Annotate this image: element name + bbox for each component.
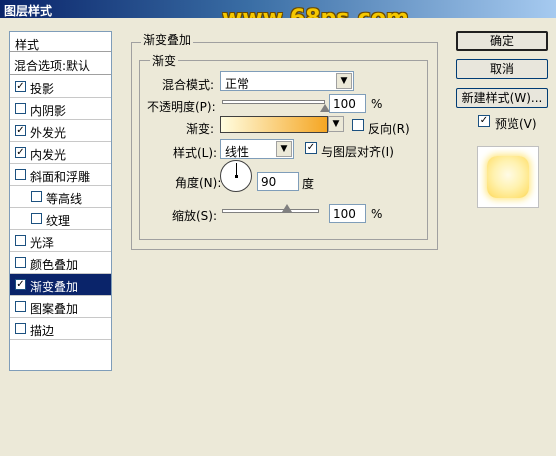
scale-value: 100 xyxy=(333,207,356,221)
blend-mode-value: 正常 xyxy=(225,77,250,91)
style-item-label: 斜面和浮雕 xyxy=(30,170,91,184)
style-value: 线性 xyxy=(225,145,250,159)
style-item-checkbox[interactable]: ✓ xyxy=(15,279,26,290)
blend-mode-label: 混合模式: xyxy=(162,78,215,92)
blend-options-label: 混合选项:默认 xyxy=(14,59,91,73)
chevron-down-icon[interactable]: ▼ xyxy=(276,141,292,157)
new-style-button[interactable]: 新建样式(W)... xyxy=(456,88,548,108)
style-select[interactable]: 线性 ▼ xyxy=(220,139,294,159)
styles-header-label: 样式 xyxy=(15,38,40,52)
gradient-swatch[interactable] xyxy=(220,116,328,133)
align-with-layer-label: 与图层对齐(I) xyxy=(321,145,394,159)
styles-header[interactable]: 样式 xyxy=(10,32,111,52)
scale-label: 缩放(S): xyxy=(172,209,218,223)
style-item[interactable]: ✓ 外发光 xyxy=(10,120,111,142)
style-item-label: 光泽 xyxy=(30,236,55,250)
style-item-label: 等高线 xyxy=(46,192,83,206)
style-item-checkbox[interactable]: ✓ xyxy=(15,125,26,136)
scale-slider[interactable] xyxy=(222,209,319,213)
style-item-label: 图案叠加 xyxy=(30,302,79,316)
style-item[interactable]: ✓ 渐变叠加 xyxy=(10,274,111,296)
opacity-label: 不透明度(P): xyxy=(147,100,216,114)
style-item[interactable]: 斜面和浮雕 xyxy=(10,164,111,186)
style-item[interactable]: 颜色叠加 xyxy=(10,252,111,274)
preview-label: 预览(V) xyxy=(495,117,537,131)
style-item[interactable]: 光泽 xyxy=(10,230,111,252)
style-item-checkbox[interactable] xyxy=(15,323,26,334)
style-item-label: 纹理 xyxy=(46,214,71,228)
style-item-checkbox[interactable]: ✓ xyxy=(15,147,26,158)
style-item-label: 渐变叠加 xyxy=(30,280,79,294)
reverse-checkbox[interactable] xyxy=(352,119,364,131)
style-item-checkbox[interactable] xyxy=(15,257,26,268)
style-item-checkbox[interactable] xyxy=(31,213,42,224)
opacity-value: 100 xyxy=(333,97,356,111)
angle-input[interactable]: 90 xyxy=(257,172,299,191)
style-item[interactable]: 纹理 xyxy=(10,208,111,230)
gradient-label: 渐变: xyxy=(186,122,215,136)
style-item-checkbox[interactable] xyxy=(15,169,26,180)
style-item-label: 颜色叠加 xyxy=(30,258,79,272)
style-item-checkbox[interactable] xyxy=(15,235,26,246)
angle-center-dot xyxy=(235,175,238,178)
gradient-overlay-title: 渐变叠加 xyxy=(141,31,194,48)
style-preview xyxy=(477,146,539,208)
style-item-label: 描边 xyxy=(30,324,55,338)
style-item-checkbox[interactable]: ✓ xyxy=(15,81,26,92)
scale-input[interactable]: 100 xyxy=(329,204,366,223)
styles-list: 样式 混合选项:默认 ✓ 投影内阴影 ✓ 外发光 ✓ 内发光斜面和浮雕等高线纹理光泽颜色叠… xyxy=(9,31,112,371)
opacity-unit: % xyxy=(371,97,383,111)
blend-mode-select[interactable]: 正常 ▼ xyxy=(220,71,354,91)
style-item-label: 投影 xyxy=(30,82,55,96)
dialog-body: 样式 混合选项:默认 ✓ 投影内阴影 ✓ 外发光 ✓ 内发光斜面和浮雕等高线纹理光泽颜色叠… xyxy=(0,18,556,456)
ok-button[interactable]: 确定 xyxy=(456,31,548,51)
cancel-button[interactable]: 取消 xyxy=(456,59,548,79)
preview-swatch xyxy=(487,156,529,198)
window-title: 图层样式 xyxy=(4,4,53,18)
style-item[interactable]: ✓ 投影 xyxy=(10,76,111,98)
style-label: 样式(L): xyxy=(173,146,218,160)
reverse-label: 反向(R) xyxy=(368,122,410,136)
angle-dial[interactable] xyxy=(220,160,252,192)
style-item-label: 外发光 xyxy=(30,126,67,140)
style-item[interactable]: 描边 xyxy=(10,318,111,340)
align-with-layer-checkbox[interactable]: ✓ xyxy=(305,142,317,154)
style-item[interactable]: ✓ 内发光 xyxy=(10,142,111,164)
opacity-slider[interactable] xyxy=(222,100,325,104)
angle-value: 90 xyxy=(261,175,277,189)
gradient-picker-arrow[interactable]: ▼ xyxy=(328,116,344,133)
angle-unit: 度 xyxy=(302,177,315,191)
opacity-input[interactable]: 100 xyxy=(329,94,366,113)
style-item-label: 内阴影 xyxy=(30,104,67,118)
style-item-checkbox[interactable] xyxy=(15,103,26,114)
chevron-down-icon[interactable]: ▼ xyxy=(328,116,344,132)
style-item-checkbox[interactable] xyxy=(31,191,42,202)
scale-slider-thumb[interactable] xyxy=(281,204,292,212)
gradient-group-title: 渐变 xyxy=(150,52,179,69)
style-item-label: 内发光 xyxy=(30,148,67,162)
style-item[interactable]: 内阴影 xyxy=(10,98,111,120)
scale-unit: % xyxy=(371,207,383,221)
style-item[interactable]: 图案叠加 xyxy=(10,296,111,318)
angle-label: 角度(N): xyxy=(175,176,222,190)
preview-checkbox[interactable]: ✓ xyxy=(478,115,490,127)
style-item-checkbox[interactable] xyxy=(15,301,26,312)
chevron-down-icon[interactable]: ▼ xyxy=(336,73,352,89)
blend-options-item[interactable]: 混合选项:默认 xyxy=(10,53,111,75)
style-item[interactable]: 等高线 xyxy=(10,186,111,208)
